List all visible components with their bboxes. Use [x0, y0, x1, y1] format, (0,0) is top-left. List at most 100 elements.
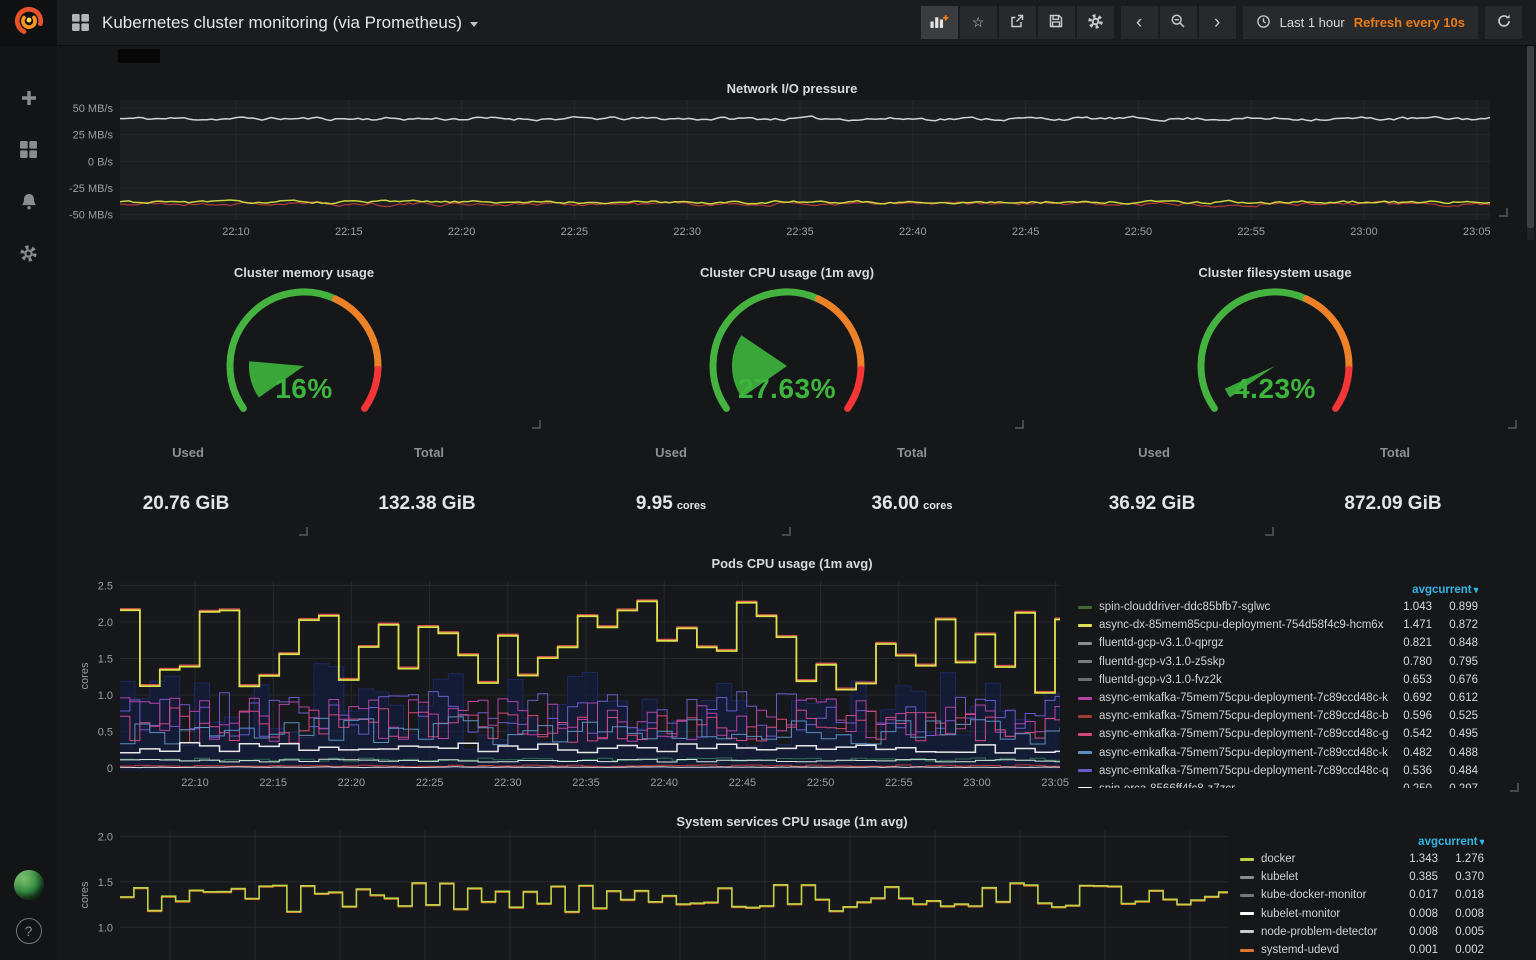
legend-row[interactable]: fluentd-gcp-v3.1.0-fvz2k0.6530.676: [1078, 671, 1478, 689]
series-name[interactable]: async-emkafka-75mem75cpu-deployment-7c89…: [1099, 728, 1388, 740]
legend-row[interactable]: docker1.3431.276: [1240, 850, 1484, 868]
grafana-logo[interactable]: [0, 0, 57, 47]
svg-text:2.0: 2.0: [98, 831, 113, 843]
legend-row[interactable]: systemd-udevd0.0010.002: [1240, 941, 1484, 959]
sidebar-item-alerting[interactable]: [11, 189, 47, 219]
share-dashboard-button[interactable]: [999, 6, 1036, 39]
series-name[interactable]: fluentd-gcp-v3.1.0-z5skp: [1099, 656, 1388, 668]
sidebar-item-configuration[interactable]: [11, 241, 47, 271]
star-dashboard-button[interactable]: ☆: [960, 6, 997, 39]
series-avg-value: 0.780: [1388, 656, 1432, 668]
resize-handle[interactable]: [299, 527, 308, 536]
legend-row[interactable]: spin-orca-8566ff4fc8-z7zcr0.2500.297: [1078, 780, 1478, 788]
series-color-swatch: [1240, 949, 1254, 952]
resize-handle[interactable]: [1015, 420, 1024, 429]
legend-row[interactable]: fluentd-gcp-v3.1.0-qprgz0.8210.848: [1078, 634, 1478, 652]
svg-text:22:40: 22:40: [650, 777, 678, 789]
legend-avg-header[interactable]: avg: [1388, 584, 1432, 596]
panel-title[interactable]: System services CPU usage (1m avg): [63, 814, 1521, 829]
network-io-panel: Network I/O pressure 50 MB/s25 MB/s0 B/s…: [63, 75, 1521, 245]
panel-title[interactable]: Cluster filesystem usage: [1029, 265, 1521, 280]
series-name[interactable]: fluentd-gcp-v3.1.0-fvz2k: [1099, 674, 1388, 686]
resize-handle[interactable]: [1510, 783, 1519, 792]
resize-handle[interactable]: [1265, 527, 1274, 536]
time-forward-button[interactable]: ›: [1199, 6, 1236, 39]
resize-handle[interactable]: [532, 420, 541, 429]
series-name[interactable]: kubelet: [1261, 871, 1394, 883]
series-name[interactable]: async-dx-85mem85cpu-deployment-754d58f4c…: [1099, 619, 1388, 631]
legend-row[interactable]: spin-clouddriver-ddc85bfb7-sglwc1.0430.8…: [1078, 598, 1478, 616]
svg-text:22:20: 22:20: [338, 777, 366, 789]
series-name[interactable]: async-emkafka-75mem75cpu-deployment-7c89…: [1099, 765, 1388, 777]
series-color-swatch: [1078, 733, 1092, 736]
series-name[interactable]: docker: [1261, 853, 1394, 865]
dashboard-grid-icon[interactable]: [71, 13, 90, 32]
legend-row[interactable]: async-emkafka-75mem75cpu-deployment-7c89…: [1078, 744, 1478, 762]
panel-title[interactable]: Cluster memory usage: [63, 265, 545, 280]
save-dashboard-button[interactable]: [1038, 6, 1075, 39]
legend-current-header[interactable]: current▾: [1438, 836, 1484, 848]
legend-row[interactable]: kubelet0.3850.370: [1240, 868, 1484, 886]
panel-title[interactable]: Network I/O pressure: [63, 81, 1521, 96]
settings-button[interactable]: [1077, 6, 1114, 39]
refresh-button[interactable]: [1485, 6, 1522, 39]
legend-row[interactable]: async-emkafka-75mem75cpu-deployment-7c89…: [1078, 762, 1478, 780]
series-name[interactable]: async-emkafka-75mem75cpu-deployment-7c89…: [1099, 692, 1388, 704]
svg-text:22:40: 22:40: [899, 226, 927, 238]
series-name[interactable]: async-emkafka-75mem75cpu-deployment-7c89…: [1099, 710, 1388, 722]
legend-row[interactable]: async-emkafka-75mem75cpu-deployment-7c89…: [1078, 689, 1478, 707]
series-name[interactable]: kubelet-monitor: [1261, 908, 1394, 920]
zoom-out-button[interactable]: [1160, 6, 1197, 39]
series-color-swatch: [1240, 894, 1254, 897]
legend-avg-header[interactable]: avg: [1394, 836, 1438, 848]
sidebar-item-help[interactable]: ?: [11, 916, 47, 946]
series-name[interactable]: spin-orca-8566ff4fc8-z7zcr: [1099, 783, 1388, 788]
plus-icon: [20, 89, 38, 112]
series-name[interactable]: async-emkafka-75mem75cpu-deployment-7c89…: [1099, 747, 1388, 759]
svg-text:1.5: 1.5: [98, 654, 113, 666]
memory-gauge: [63, 281, 545, 431]
pods-cpu-panel: Pods CPU usage (1m avg) 2.52.01.51.00.50…: [63, 548, 1521, 800]
scrollbar-thumb[interactable]: [1527, 46, 1534, 228]
gauge-value: 4.23%: [1029, 373, 1521, 405]
series-current-value: 0.676: [1432, 674, 1478, 686]
sidebar-item-profile[interactable]: [11, 870, 47, 900]
network-io-chart[interactable]: 50 MB/s25 MB/s0 B/s-25 MB/s-50 MB/s22:10…: [63, 75, 1521, 245]
cpu-gauge: [546, 281, 1028, 431]
total-label: Total: [1325, 445, 1465, 460]
legend-row[interactable]: async-dx-85mem85cpu-deployment-754d58f4c…: [1078, 616, 1478, 634]
legend-current-header[interactable]: current▾: [1432, 584, 1478, 596]
time-range-picker[interactable]: Last 1 hour Refresh every 10s: [1243, 6, 1478, 39]
legend-row[interactable]: async-emkafka-75mem75cpu-deployment-7c89…: [1078, 707, 1478, 725]
resize-handle[interactable]: [1499, 208, 1508, 217]
sidebar-item-create[interactable]: [11, 85, 47, 115]
series-avg-value: 0.536: [1388, 765, 1432, 777]
system-services-panel: System services CPU usage (1m avg) 2.01.…: [63, 804, 1521, 960]
legend-row[interactable]: async-emkafka-75mem75cpu-deployment-7c89…: [1078, 725, 1478, 743]
svg-text:22:25: 22:25: [561, 226, 589, 238]
dashboards-grid-icon: [19, 140, 38, 164]
legend-row[interactable]: kubelet-monitor0.0080.008: [1240, 905, 1484, 923]
sidebar-item-dashboards[interactable]: [11, 137, 47, 167]
series-name[interactable]: kube-docker-monitor: [1261, 889, 1394, 901]
used-label: Used: [1084, 445, 1224, 460]
series-name[interactable]: spin-clouddriver-ddc85bfb7-sglwc: [1099, 601, 1388, 613]
legend-row[interactable]: node-problem-detector0.0080.005: [1240, 923, 1484, 941]
svg-text:22:30: 22:30: [494, 777, 522, 789]
legend-row[interactable]: fluentd-gcp-v3.1.0-z5skp0.7800.795: [1078, 653, 1478, 671]
series-name[interactable]: fluentd-gcp-v3.1.0-qprgz: [1099, 637, 1388, 649]
sort-caret-icon: ▾: [1474, 585, 1478, 596]
series-name[interactable]: node-problem-detector: [1261, 926, 1394, 938]
legend-row[interactable]: kube-docker-monitor0.0170.018: [1240, 886, 1484, 904]
dashboard-title-dropdown[interactable]: Kubernetes cluster monitoring (via Prome…: [102, 13, 478, 33]
add-panel-button[interactable]: [921, 6, 958, 39]
panel-title[interactable]: Cluster CPU usage (1m avg): [546, 265, 1028, 280]
series-current-value: 0.018: [1438, 889, 1484, 901]
time-back-button[interactable]: ‹: [1121, 6, 1158, 39]
panel-title[interactable]: Pods CPU usage (1m avg): [63, 556, 1521, 571]
series-name[interactable]: systemd-udevd: [1261, 944, 1394, 956]
add-panel-icon: [929, 13, 949, 32]
resize-handle[interactable]: [1508, 420, 1517, 429]
resize-handle[interactable]: [782, 527, 791, 536]
series-avg-value: 0.542: [1388, 728, 1432, 740]
